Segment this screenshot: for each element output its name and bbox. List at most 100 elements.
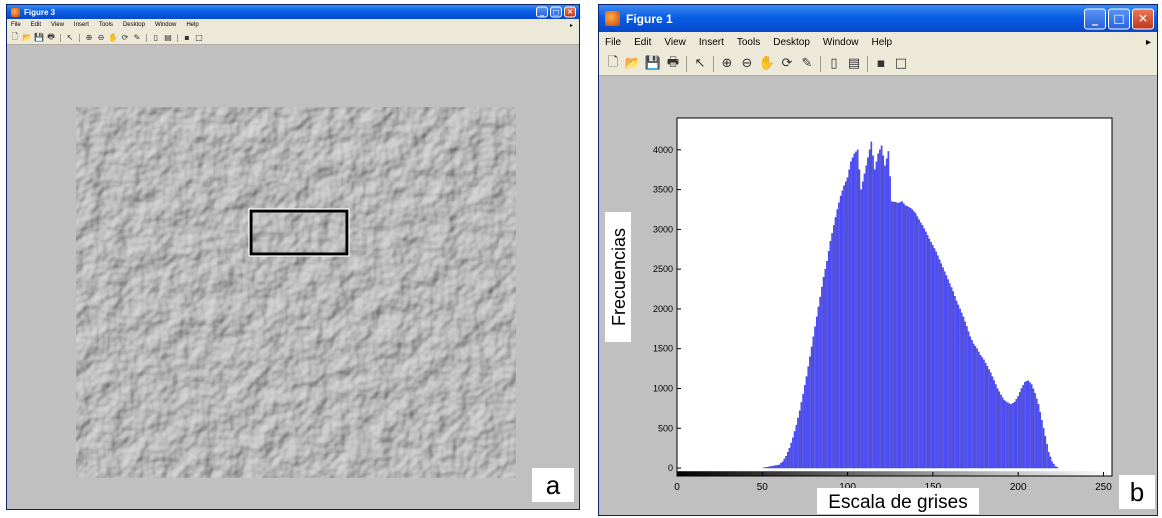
menu-arrow-icon[interactable]: ▸: [1146, 37, 1151, 48]
legend-icon[interactable]: ▤: [844, 54, 864, 74]
histogram-bar: [804, 385, 806, 469]
pointer-icon[interactable]: ↖: [690, 54, 710, 74]
histogram-bar: [989, 372, 992, 469]
data-cursor-icon[interactable]: ✎: [797, 54, 817, 74]
histogram-bar: [856, 149, 859, 469]
open-folder-icon[interactable]: 📂: [623, 54, 643, 74]
menu-view[interactable]: View: [51, 22, 64, 28]
y-tick-label: 3000: [653, 224, 673, 234]
y-tick-label: 4000: [653, 145, 673, 155]
histogram-bar: [884, 165, 886, 469]
panel-letter-a: a: [532, 468, 574, 502]
data-cursor-icon[interactable]: ✎: [131, 32, 143, 44]
histogram-bar: [768, 466, 770, 469]
histogram-bar: [1044, 436, 1047, 469]
histogram-bar: [902, 203, 905, 469]
zoom-in-icon[interactable]: ⊕: [83, 32, 95, 44]
histogram-bar: [1041, 420, 1043, 469]
legend-icon[interactable]: ▤: [162, 32, 174, 44]
colorbar-icon[interactable]: ▯: [824, 54, 844, 74]
menu-window[interactable]: Window: [823, 37, 859, 48]
histogram-bar: [943, 271, 946, 469]
menu-desktop[interactable]: Desktop: [123, 22, 145, 28]
y-tick-label: 1000: [653, 383, 673, 393]
histogram-bar: [1018, 392, 1021, 469]
rotate-3d-icon[interactable]: ⟳: [119, 32, 131, 44]
rotate-3d-icon[interactable]: ⟳: [777, 54, 797, 74]
menu-window[interactable]: Window: [155, 22, 176, 28]
histogram-bar: [867, 157, 869, 469]
histogram-bar: [809, 356, 811, 469]
menu-arrow-icon[interactable]: ▸: [570, 22, 573, 29]
open-folder-icon[interactable]: 📂: [21, 32, 33, 44]
histogram-bar: [1024, 381, 1026, 469]
menu-edit[interactable]: Edit: [31, 22, 41, 28]
zoom-out-icon[interactable]: ⊖: [95, 32, 107, 44]
menu-file[interactable]: File: [11, 22, 21, 28]
histogram-bar: [971, 340, 973, 469]
menu-tools[interactable]: Tools: [737, 37, 760, 48]
pan-icon[interactable]: ✋: [107, 32, 119, 44]
hide-plot-tools-icon[interactable]: ▪: [181, 32, 193, 44]
print-icon[interactable]: 🖶: [663, 54, 683, 74]
hide-plot-tools-icon[interactable]: ▪: [871, 54, 891, 74]
histogram-bar: [979, 354, 982, 469]
histogram-bar: [831, 233, 833, 469]
close-button[interactable]: ✕: [564, 6, 576, 18]
histogram-bar: [983, 359, 985, 469]
toolbar-separator: [177, 33, 178, 42]
new-file-icon[interactable]: 🗋: [9, 32, 21, 44]
histogram-bar: [802, 393, 804, 469]
zoom-in-icon[interactable]: ⊕: [717, 54, 737, 74]
grayscale-colorbar: [677, 471, 1112, 476]
menu-desktop[interactable]: Desktop: [773, 37, 810, 48]
histogram-bar: [1001, 397, 1004, 469]
menu-file[interactable]: File: [605, 37, 621, 48]
close-button[interactable]: ✕: [1132, 8, 1154, 29]
histogram-bar: [839, 195, 842, 469]
histogram-bar: [1025, 381, 1028, 469]
window-buttons: _ □ ✕: [1084, 8, 1154, 29]
histogram-bar: [838, 202, 840, 469]
save-icon[interactable]: 💾: [33, 32, 45, 44]
histogram-bar: [863, 173, 866, 469]
show-plot-tools-icon[interactable]: □: [193, 32, 205, 44]
maximize-button[interactable]: □: [1108, 8, 1130, 29]
histogram-bar: [909, 208, 912, 469]
menu-help[interactable]: Help: [186, 22, 198, 28]
menu-insert[interactable]: Insert: [699, 37, 724, 48]
histogram-bar: [865, 165, 868, 469]
new-file-icon[interactable]: 🗋: [603, 54, 623, 74]
histogram-bar: [798, 410, 801, 469]
menu-insert[interactable]: Insert: [74, 22, 89, 28]
window-title: Figure 1: [626, 11, 673, 26]
menu-view[interactable]: View: [664, 37, 686, 48]
histogram-bar: [916, 216, 919, 469]
menu-tools[interactable]: Tools: [99, 22, 113, 28]
figure-1-window: Figure 1 _ □ ✕ File Edit View Insert Too…: [598, 4, 1158, 516]
menu-help[interactable]: Help: [872, 37, 893, 48]
colorbar-icon[interactable]: ▯: [150, 32, 162, 44]
histogram-bar: [873, 169, 876, 469]
histogram-bar: [892, 201, 895, 469]
menu-edit[interactable]: Edit: [634, 37, 651, 48]
histogram-bar: [935, 251, 937, 469]
minimize-button[interactable]: _: [1084, 8, 1106, 29]
histogram-bar: [928, 238, 931, 469]
pointer-icon[interactable]: ↖: [64, 32, 76, 44]
print-icon[interactable]: 🖶: [45, 32, 57, 44]
maximize-button[interactable]: □: [550, 6, 562, 18]
pan-icon[interactable]: ✋: [757, 54, 777, 74]
histogram-bar: [969, 336, 972, 469]
histogram-bar: [908, 206, 910, 469]
histogram-bar: [821, 286, 823, 469]
zoom-out-icon[interactable]: ⊖: [737, 54, 757, 74]
histogram-bar: [1030, 384, 1033, 469]
histogram-bar: [906, 206, 908, 469]
histogram-bar: [1042, 428, 1045, 469]
show-plot-tools-icon[interactable]: □: [891, 54, 911, 74]
minimize-button[interactable]: _: [536, 6, 548, 18]
save-icon[interactable]: 💾: [643, 54, 663, 74]
y-tick-label: 2500: [653, 264, 673, 274]
histogram-bar: [959, 308, 961, 469]
